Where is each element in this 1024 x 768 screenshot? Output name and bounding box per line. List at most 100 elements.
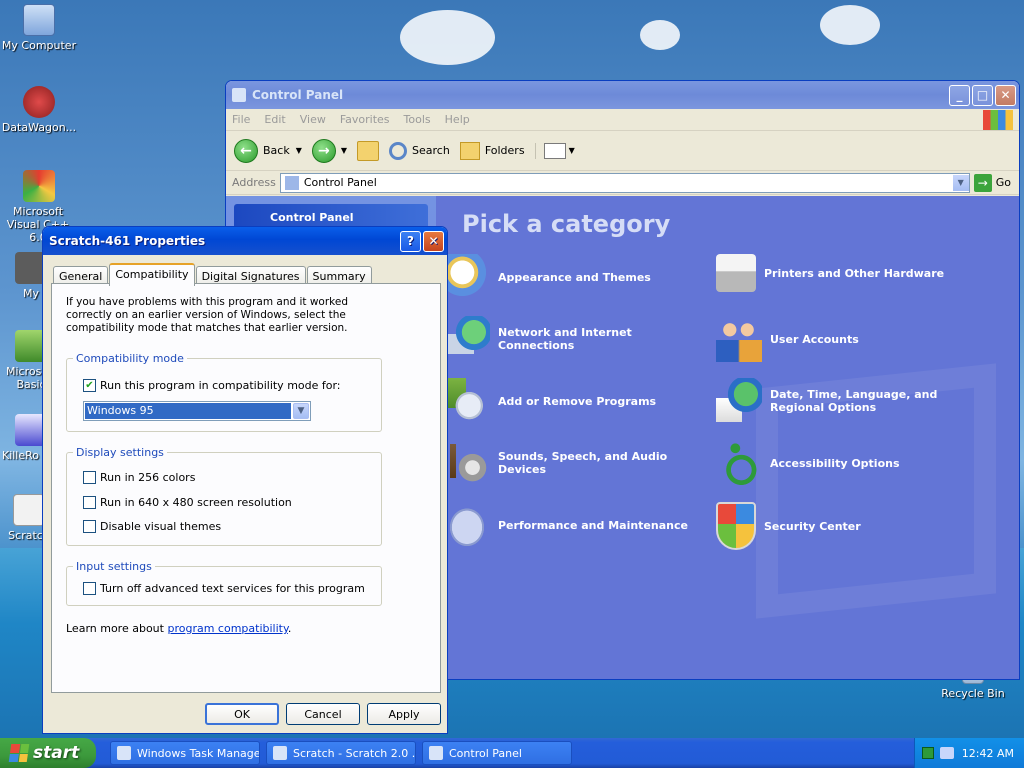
minimize-button[interactable]: _: [949, 84, 970, 106]
views-icon: [543, 142, 566, 159]
menu-tools[interactable]: Tools: [404, 113, 431, 126]
desktop-icon-label: My Computer: [1, 39, 77, 52]
compat-mode-value: Windows 95: [85, 403, 291, 419]
category-printers[interactable]: Printers and Other Hardware: [716, 254, 976, 292]
category-add-remove[interactable]: Add or Remove Programs: [444, 378, 704, 424]
menu-help[interactable]: Help: [445, 113, 470, 126]
chevron-down-icon[interactable]: ▼: [293, 403, 309, 419]
up-folder-icon: [357, 140, 380, 161]
category-appearance[interactable]: Appearance and Themes: [444, 254, 704, 300]
task-control-panel[interactable]: Control Panel: [422, 741, 572, 765]
address-field[interactable]: Control Panel ▼: [279, 172, 970, 193]
category-accessibility[interactable]: Accessibility Options: [716, 440, 976, 486]
intro-text: If you have problems with this program a…: [66, 296, 349, 334]
menu-edit[interactable]: Edit: [264, 113, 285, 126]
apply-button[interactable]: Apply: [367, 703, 441, 725]
toolbar: ← Back ▼ → ▼ Search Folders ▼: [226, 131, 1019, 171]
group-label: Input settings: [73, 560, 155, 573]
dialog-titlebar[interactable]: Scratch-461 Properties ? ✕: [43, 227, 447, 255]
display-settings-group: Display settings Run in 256 colors Run i…: [66, 446, 382, 546]
folders-button[interactable]: Folders: [459, 141, 525, 160]
control-panel-small-icon: [284, 175, 299, 190]
tray-app-icon[interactable]: [921, 747, 934, 759]
taskbar: start Windows Task Manager Scratch - Scr…: [0, 738, 1024, 768]
search-button[interactable]: Search: [389, 141, 450, 160]
back-arrow-icon: ←: [234, 138, 258, 163]
compat-mode-checkbox[interactable]: ✔ Run this program in compatibility mode …: [83, 379, 341, 392]
compatibility-mode-group: Compatibility mode ✔ Run this program in …: [66, 352, 382, 432]
menu-favorites[interactable]: Favorites: [340, 113, 390, 126]
category-date-time[interactable]: Date, Time, Language, and Regional Optio…: [716, 378, 976, 424]
forward-button[interactable]: → ▼: [311, 138, 347, 163]
page-title: Pick a category: [462, 210, 671, 238]
compatibility-panel: If you have problems with this program a…: [51, 283, 441, 693]
appearance-icon: [444, 254, 490, 300]
program-compatibility-link[interactable]: program compatibility: [167, 622, 287, 635]
ok-button[interactable]: OK: [205, 703, 279, 725]
control-panel-icon: [232, 88, 246, 102]
address-label: Address: [232, 176, 276, 189]
go-arrow-icon: →: [973, 173, 992, 192]
tab-compatibility[interactable]: Compatibility: [109, 263, 195, 286]
address-bar: Address Control Panel ▼ → Go: [226, 171, 1019, 195]
address-value: Control Panel: [303, 176, 377, 189]
task-pane-title: Control Panel: [270, 210, 354, 224]
control-panel-titlebar[interactable]: Control Panel _ □ ✕: [226, 81, 1019, 109]
users-icon: [716, 316, 762, 362]
close-button[interactable]: ✕: [995, 84, 1016, 106]
advanced-text-services-checkbox[interactable]: Turn off advanced text services for this…: [83, 582, 365, 595]
category-performance[interactable]: Performance and Maintenance: [444, 502, 704, 548]
system-tray: 12:42 AM: [914, 738, 1024, 768]
desktop-icon-my-computer[interactable]: My Computer: [0, 4, 80, 52]
category-security-center[interactable]: Security Center: [716, 502, 976, 550]
category-sounds[interactable]: Sounds, Speech, and Audio Devices: [444, 440, 704, 486]
sound-icon: [444, 440, 490, 486]
disable-visual-themes-checkbox[interactable]: Disable visual themes: [83, 520, 221, 533]
control-panel-icon: [429, 746, 443, 760]
clock-globe-icon: [716, 378, 762, 424]
dialog-close-button[interactable]: ✕: [423, 230, 444, 252]
group-label: Display settings: [73, 446, 167, 459]
window-title: Control Panel: [252, 88, 344, 102]
computer-icon: [23, 4, 55, 36]
run-640x480-checkbox[interactable]: Run in 640 x 480 screen resolution: [83, 496, 292, 509]
menu-bar: File Edit View Favorites Tools Help: [226, 109, 1019, 131]
group-label: Compatibility mode: [73, 352, 187, 365]
cancel-button[interactable]: Cancel: [286, 703, 360, 725]
task-windows-task-manager[interactable]: Windows Task Manager: [110, 741, 260, 765]
folders-icon: [459, 141, 480, 160]
checkbox-box: [83, 582, 96, 595]
checkbox-box: [83, 471, 96, 484]
search-icon: [389, 141, 408, 160]
accessibility-icon: [716, 440, 762, 486]
printer-icon: [716, 254, 756, 292]
help-button[interactable]: ?: [400, 230, 421, 252]
dialog-title: Scratch-461 Properties: [49, 234, 206, 248]
clock[interactable]: 12:42 AM: [962, 747, 1014, 760]
compat-mode-select[interactable]: Windows 95 ▼: [83, 401, 311, 421]
start-button[interactable]: start: [0, 738, 96, 768]
scratch-cat-icon: [273, 746, 287, 760]
address-dropdown-icon[interactable]: ▼: [952, 174, 969, 191]
maximize-button[interactable]: □: [972, 84, 993, 106]
datawagon-icon: [23, 86, 55, 118]
go-button[interactable]: → Go: [973, 173, 1011, 192]
category-user-accounts[interactable]: User Accounts: [716, 316, 976, 362]
checkbox-box: [83, 520, 96, 533]
visual-cpp-icon: [23, 170, 55, 202]
input-settings-group: Input settings Turn off advanced text se…: [66, 560, 382, 606]
forward-arrow-icon: →: [311, 138, 336, 163]
menu-file[interactable]: File: [232, 113, 250, 126]
properties-dialog[interactable]: Scratch-461 Properties ? ✕ General Compa…: [42, 226, 448, 734]
desktop-icon-datawagon[interactable]: DataWagon...: [0, 86, 80, 134]
up-folder-button[interactable]: [357, 140, 380, 161]
network-icon: [444, 316, 490, 362]
task-scratch[interactable]: Scratch - Scratch 2.0 ...: [266, 741, 416, 765]
windows-logo-icon: [983, 109, 1013, 130]
tray-network-icon[interactable]: [939, 747, 954, 759]
run-256-colors-checkbox[interactable]: Run in 256 colors: [83, 471, 195, 484]
category-network[interactable]: Network and Internet Connections: [444, 316, 704, 362]
menu-view[interactable]: View: [300, 113, 326, 126]
views-button[interactable]: ▼: [534, 142, 575, 159]
back-button[interactable]: ← Back ▼: [234, 138, 302, 163]
